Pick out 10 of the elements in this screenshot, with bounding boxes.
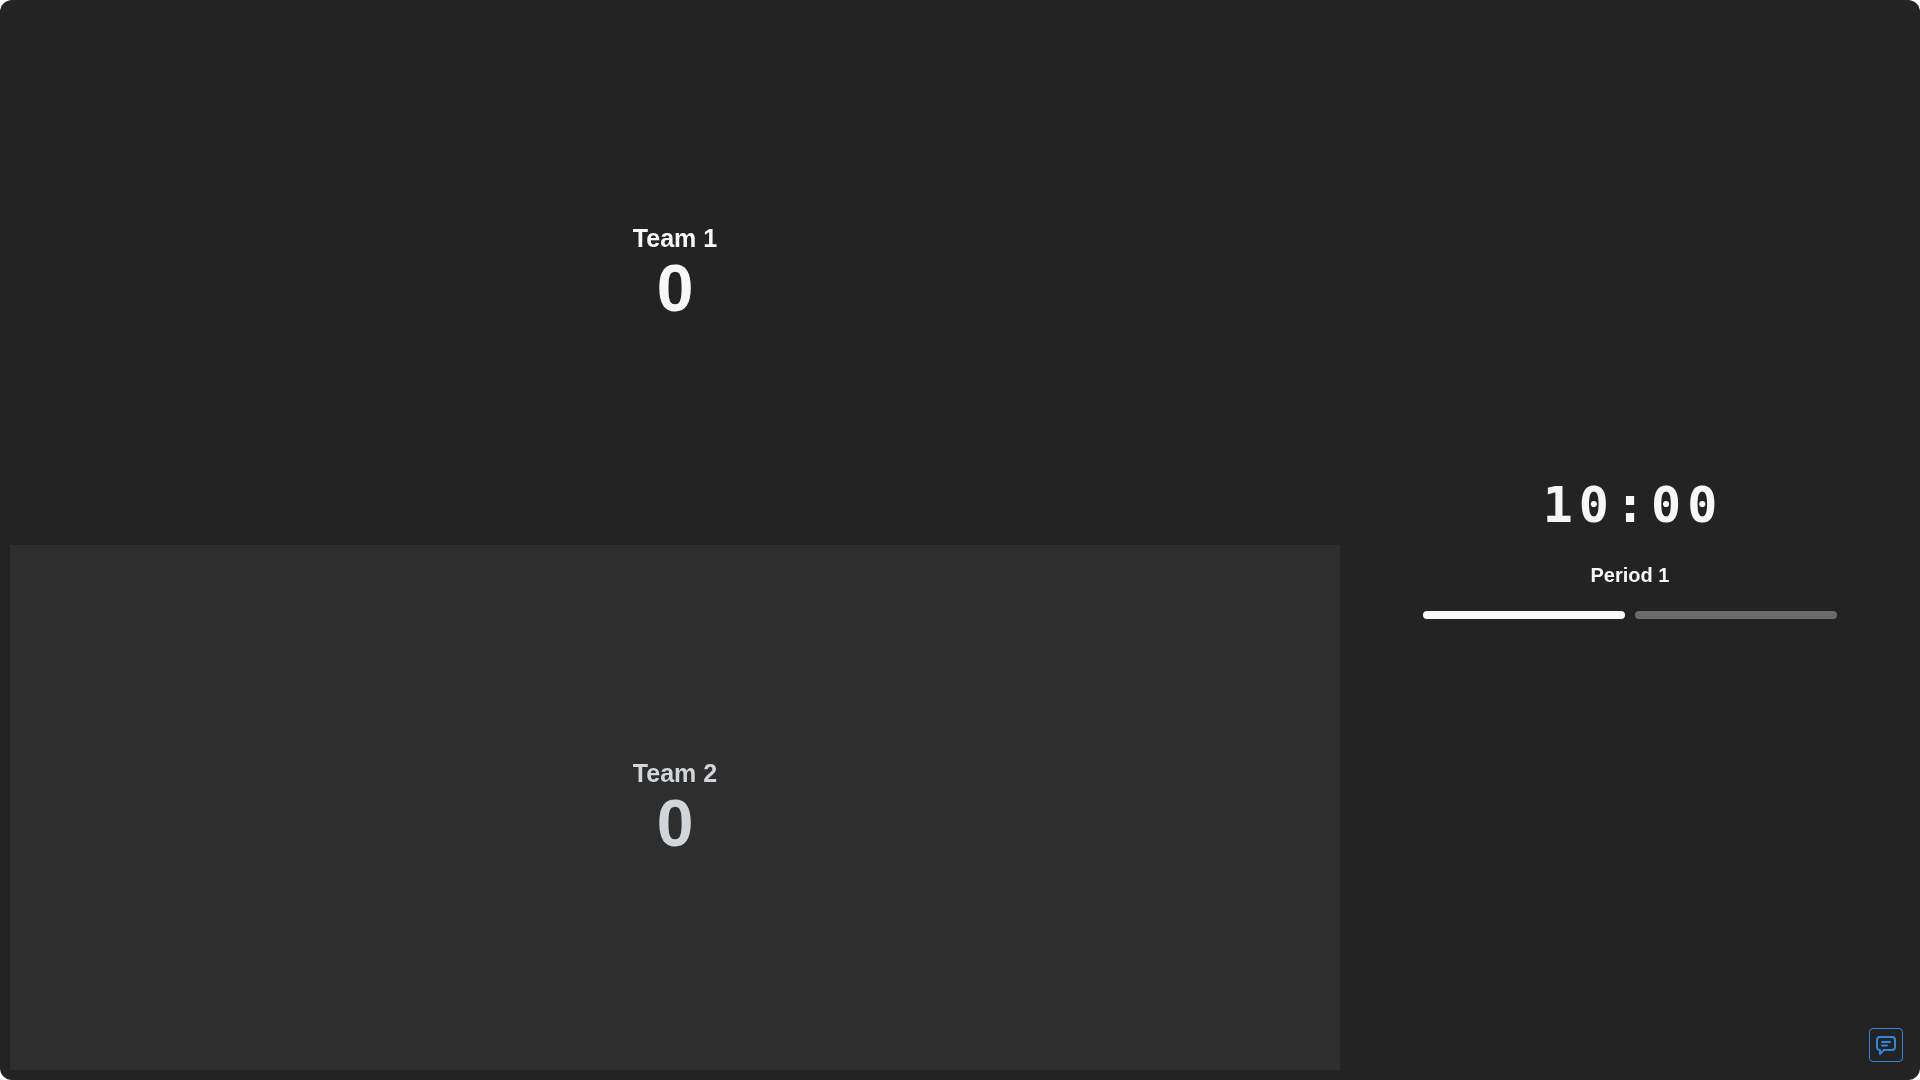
chat-button[interactable] bbox=[1869, 1028, 1903, 1062]
team-score: 0 bbox=[656, 787, 694, 858]
period-label: Period 1 bbox=[1590, 563, 1670, 587]
clock-time: 10:00 bbox=[1541, 475, 1724, 535]
team-score: 0 bbox=[656, 252, 694, 323]
team-name: Team 1 bbox=[632, 222, 718, 253]
chat-icon bbox=[1876, 1035, 1896, 1055]
team-panel[interactable]: Team 2 0 bbox=[10, 545, 1340, 1070]
team-panel[interactable]: Team 1 0 bbox=[10, 0, 1340, 545]
team-name: Team 2 bbox=[632, 757, 718, 788]
